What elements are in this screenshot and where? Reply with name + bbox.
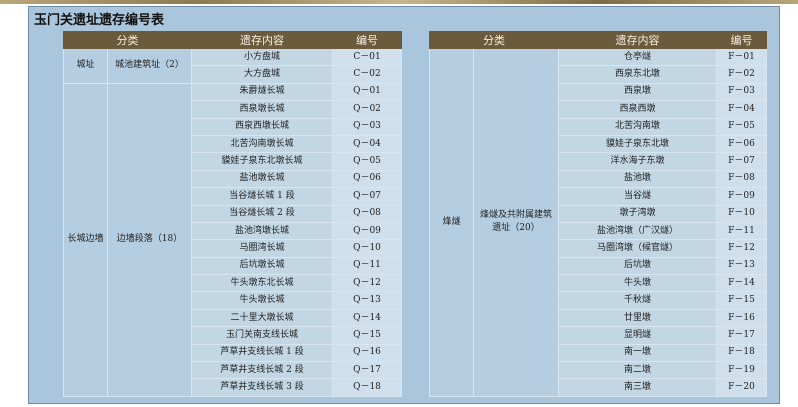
- content-cell: 南一墩: [558, 343, 717, 363]
- table-row: 长城边墙 边墙段落（18） 朱爵燧长城 Q－01: [63, 82, 402, 397]
- content-cell: 西泉墩长城: [191, 100, 333, 119]
- content-cell: 牛头墩东北长城: [191, 274, 333, 293]
- number-cell: Q－11: [332, 256, 402, 276]
- left-relic-table: 分类 遗存内容 编号 城址 城池建筑址（2） 小方盘城 C－01 大方盘城 C－02 长城边…: [63, 31, 402, 397]
- content-cell: 当谷燧: [558, 187, 717, 206]
- category-cell: 城址: [63, 48, 108, 84]
- number-cell: F－08: [716, 169, 767, 189]
- header-content: 遗存内容: [191, 31, 333, 49]
- number-cell: F－12: [716, 239, 767, 258]
- content-cell: 显明燧: [558, 326, 717, 345]
- number-cell: Q－08: [332, 204, 402, 223]
- content-cell: 南二墩: [558, 361, 717, 380]
- subcategory-cell: 烽燧及共附属建筑遗址（20）: [473, 48, 559, 397]
- number-cell: Q－01: [332, 82, 402, 102]
- number-cell: Q－09: [332, 221, 402, 241]
- decorative-top-border: [0, 0, 798, 4]
- content-cell: 西泉墩: [558, 82, 717, 102]
- page-title: 玉门关遗址遗存编号表: [34, 13, 165, 28]
- number-cell: F－15: [716, 291, 767, 310]
- content-cell: 牛头墩: [558, 274, 717, 293]
- number-cell: Q－03: [332, 117, 402, 136]
- number-cell: Q－02: [332, 100, 402, 119]
- header-number: 编号: [332, 31, 402, 49]
- subcategory-cell: 城池建筑址（2）: [107, 48, 192, 84]
- category-cell: 长城边墙: [63, 82, 108, 397]
- content-cell: 二十里大墩长城: [191, 308, 333, 328]
- header-number: 编号: [716, 31, 767, 49]
- content-cell: 当谷燧长城 1 段: [191, 187, 333, 206]
- content-cell: 墩子湾墩: [558, 204, 717, 223]
- number-cell: C－02: [332, 65, 402, 84]
- number-cell: Q－07: [332, 187, 402, 206]
- number-cell: Q－05: [332, 152, 402, 171]
- number-cell: F－01: [716, 47, 767, 67]
- content-cell: 后坑墩长城: [191, 256, 333, 276]
- number-cell: Q－18: [332, 378, 402, 397]
- content-cell: 芦草井支线长城 2 段: [191, 361, 333, 380]
- content-cell: 西泉东北墩: [558, 65, 717, 84]
- number-cell: Q－16: [332, 343, 402, 363]
- subcategory-cell: 边墙段落（18）: [107, 82, 192, 397]
- header-category: 分类: [63, 31, 192, 49]
- number-cell: F－14: [716, 274, 767, 293]
- number-cell: Q－13: [332, 291, 402, 310]
- number-cell: Q－17: [332, 361, 402, 380]
- header-content: 遗存内容: [558, 31, 717, 49]
- number-cell: F－03: [716, 82, 767, 102]
- content-cell: 盐池湾墩长城: [191, 221, 333, 241]
- content-cell: 南三墩: [558, 378, 717, 397]
- table-row: 烽燧 烽燧及共附属建筑遗址（20） 仓亭燧 F－01: [429, 47, 767, 397]
- number-cell: F－19: [716, 361, 767, 380]
- number-cell: F－16: [716, 308, 767, 328]
- right-relic-table: 分类 遗存内容 编号 烽燧 烽燧及共附属建筑遗址（20） 仓亭燧 F－01 西泉东北墩 F…: [429, 31, 767, 397]
- number-cell: F－10: [716, 204, 767, 223]
- content-cell: 洋水海子东墩: [558, 152, 717, 171]
- number-cell: Q－15: [332, 326, 402, 345]
- content-cell: 北苦沟南墩长城: [191, 134, 333, 154]
- table-row: 城址 城池建筑址（2） 小方盘城 C－01: [63, 47, 402, 84]
- content-cell: 廿里墩: [558, 308, 717, 328]
- number-cell: Q－06: [332, 169, 402, 189]
- number-cell: C－01: [332, 47, 402, 67]
- content-cell: 盐池湾墩（广汉燧）: [558, 221, 717, 241]
- content-cell: 仓亭燧: [558, 47, 717, 67]
- number-cell: Q－14: [332, 308, 402, 328]
- number-cell: F－17: [716, 326, 767, 345]
- number-cell: F－11: [716, 221, 767, 241]
- number-cell: Q－10: [332, 239, 402, 258]
- content-cell: 千秋燧: [558, 291, 717, 310]
- number-cell: F－09: [716, 187, 767, 206]
- number-cell: F－02: [716, 65, 767, 84]
- content-cell: 马圈湾长城: [191, 239, 333, 258]
- header-category: 分类: [429, 31, 559, 49]
- content-cell: 芦草井支线长城 1 段: [191, 343, 333, 363]
- content-cell: 大方盘城: [191, 65, 333, 84]
- number-cell: F－07: [716, 152, 767, 171]
- number-cell: Q－04: [332, 134, 402, 154]
- content-cell: 后坑墩: [558, 256, 717, 276]
- content-cell: 小方盘城: [191, 47, 333, 67]
- category-cell: 烽燧: [429, 48, 474, 397]
- number-cell: F－13: [716, 256, 767, 276]
- content-cell: 西泉西墩长城: [191, 117, 333, 136]
- content-cell: 当谷燧长城 2 段: [191, 204, 333, 223]
- number-cell: F－04: [716, 100, 767, 119]
- content-cell: 玉门关南支线长城: [191, 326, 333, 345]
- content-cell: 盐池墩: [558, 169, 717, 189]
- content-cell: 马圈湾墩（候官燧）: [558, 239, 717, 258]
- content-cell: 貘娃子泉东北墩: [558, 134, 717, 154]
- content-cell: 盐池墩长城: [191, 169, 333, 189]
- number-cell: F－06: [716, 134, 767, 154]
- number-cell: F－18: [716, 343, 767, 363]
- content-cell: 貘娃子泉东北墩长城: [191, 152, 333, 171]
- content-cell: 芦草井支线长城 3 段: [191, 378, 333, 397]
- number-cell: F－05: [716, 117, 767, 136]
- number-cell: F－20: [716, 378, 767, 397]
- content-cell: 朱爵燧长城: [191, 82, 333, 102]
- number-cell: Q－12: [332, 274, 402, 293]
- content-cell: 北苦沟南墩: [558, 117, 717, 136]
- content-cell: 西泉西墩: [558, 100, 717, 119]
- content-cell: 牛头墩长城: [191, 291, 333, 310]
